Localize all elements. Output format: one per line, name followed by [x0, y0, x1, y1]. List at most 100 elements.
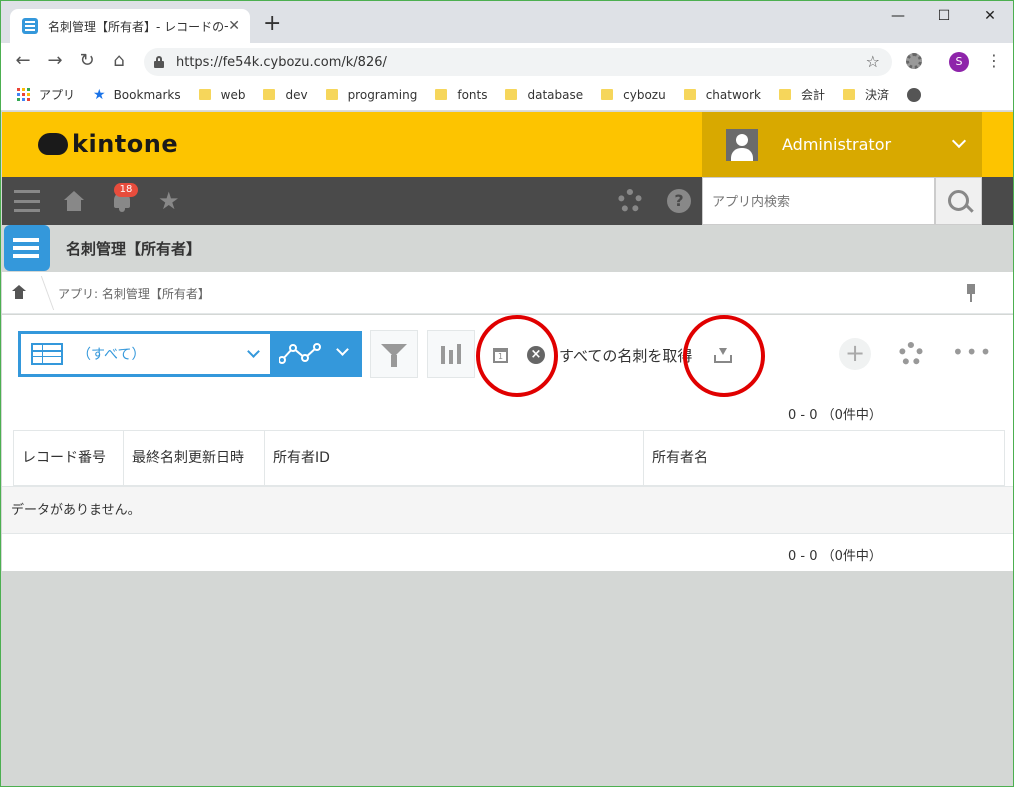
bookmark-label: cybozu — [623, 87, 666, 102]
column-header[interactable]: レコード番号 — [13, 431, 123, 486]
pager-count: 0 - 0 （0件中） — [788, 549, 882, 564]
bookmark-label: programing — [347, 87, 418, 102]
notification-count-badge: 18 — [114, 183, 138, 197]
bookmark-item[interactable]: web — [198, 87, 246, 102]
chevron-down-icon — [951, 133, 967, 149]
lock-icon — [154, 56, 164, 68]
view-selector[interactable]: （すべて） — [18, 331, 271, 377]
bookmark-label: dev — [285, 87, 308, 102]
bookmark-item[interactable]: cybozu — [601, 88, 666, 102]
browser-window: 名刺管理【所有者】- レコードの一覧 ✕ + — ☐ ✕ ← → ↻ ⌂ htt… — [0, 0, 1014, 787]
bookmark-item[interactable]: chatwork — [683, 87, 761, 102]
breadcrumb: アプリ: 名刺管理【所有者】 — [2, 272, 1013, 314]
portal-home-icon[interactable] — [62, 191, 86, 211]
kintone-nav-bar: ★ ? — [2, 177, 1013, 225]
home-browser-icon[interactable]: ⌂ — [107, 49, 131, 73]
bookmark-item[interactable]: 会計 — [779, 86, 825, 103]
favorites-star-icon[interactable]: ★ — [158, 187, 180, 215]
column-header[interactable]: 所有者ID — [264, 431, 643, 486]
app-title: 名刺管理【所有者】 — [66, 240, 202, 258]
user-avatar-icon — [726, 128, 758, 161]
bookmark-label: web — [220, 87, 246, 102]
extension-icon[interactable] — [906, 53, 922, 69]
bookmark-label: 決済 — [865, 88, 890, 102]
add-record-button[interactable]: + — [839, 338, 871, 370]
bookmark-label: 会計 — [801, 88, 826, 102]
browser-tab[interactable]: 名刺管理【所有者】- レコードの一覧 ✕ — [10, 9, 250, 43]
minimize-button[interactable]: — — [875, 1, 921, 31]
app-settings-gear-icon[interactable] — [899, 342, 923, 366]
filter-funnel-icon[interactable] — [370, 330, 418, 378]
annotation-circle — [476, 315, 558, 397]
breadcrumb-home-icon[interactable] — [12, 285, 26, 299]
window-controls: — ☐ ✕ — [875, 1, 1013, 31]
browser-toolbar: ← → ↻ ⌂ https://fe54k.cybozu.com/k/826/ … — [1, 43, 1013, 79]
url-text: https://fe54k.cybozu.com/k/826/ — [176, 54, 387, 70]
bookmark-star-icon[interactable]: ☆ — [866, 52, 880, 71]
bookmark-item[interactable]: ★ Bookmarks — [93, 87, 181, 103]
column-header[interactable]: 最終名刺更新日時 — [123, 431, 264, 486]
bookmark-item[interactable]: fonts — [435, 88, 487, 102]
back-arrow-icon[interactable]: ← — [11, 49, 35, 73]
tab-title: 名刺管理【所有者】- レコードの一覧 — [48, 19, 228, 34]
bookmarks-bar: アプリ ★ Bookmarks web dev programing fonts databa… — [1, 79, 1013, 111]
app-list-icon — [4, 225, 50, 271]
folder-icon — [325, 89, 338, 100]
new-tab-button[interactable]: + — [263, 13, 281, 35]
bookmark-label: Bookmarks — [113, 87, 181, 102]
forward-arrow-icon[interactable]: → — [43, 49, 67, 73]
table-header-row: レコード番号 最終名刺更新日時 所有者ID 所有者名 — [13, 431, 1005, 486]
browser-menu-icon[interactable]: ⋮ — [986, 51, 1002, 70]
record-list-content: （すべて） 1 × すべての名刺を取得 + ••• 0 - 0 （0件中） レコ… — [2, 315, 1013, 571]
globe-icon — [907, 87, 922, 102]
address-bar[interactable]: https://fe54k.cybozu.com/k/826/ ☆ — [144, 48, 892, 76]
reload-icon[interactable]: ↻ — [75, 49, 99, 73]
folder-icon — [505, 89, 518, 100]
graph-selector-button[interactable] — [271, 331, 362, 377]
bookmark-label: database — [527, 87, 584, 102]
tab-close-icon[interactable]: ✕ — [228, 18, 240, 34]
help-icon[interactable]: ? — [667, 189, 691, 213]
folder-icon — [601, 89, 614, 100]
apps-grid-icon — [17, 87, 31, 102]
maximize-button[interactable]: ☐ — [921, 1, 967, 31]
pin-icon[interactable] — [964, 284, 978, 302]
close-window-button[interactable]: ✕ — [967, 1, 1013, 31]
bookmark-item[interactable]: programing — [325, 87, 418, 102]
record-table: レコード番号 最終名刺更新日時 所有者ID 所有者名 — [13, 430, 1005, 486]
chevron-down-icon — [247, 345, 260, 358]
kintone-header: kintone Administrator — [2, 112, 1013, 177]
bookmark-label: アプリ — [39, 88, 76, 102]
bookmark-label: chatwork — [705, 87, 761, 102]
more-options-icon[interactable]: ••• — [952, 340, 993, 364]
bookmark-item[interactable]: 決済 — [843, 86, 889, 103]
bookmark-label: fonts — [457, 87, 488, 102]
chevron-down-icon — [336, 343, 349, 356]
column-header[interactable]: 所有者名 — [643, 431, 1005, 486]
folder-icon — [435, 89, 448, 100]
fetch-all-cards-label[interactable]: すべての名刺を取得 — [559, 345, 692, 366]
folder-icon — [779, 89, 791, 100]
breadcrumb-app-link[interactable]: アプリ: 名刺管理【所有者】 — [58, 285, 210, 302]
hamburger-menu-icon[interactable] — [14, 190, 40, 212]
bookmark-item[interactable]: アプリ — [17, 86, 75, 103]
bookmark-item[interactable]: database — [505, 88, 583, 102]
user-menu[interactable]: Administrator — [702, 112, 982, 177]
app-title-bar: 名刺管理【所有者】 — [2, 225, 1013, 272]
search-icon[interactable] — [935, 177, 982, 225]
kintone-cloud-icon — [38, 133, 68, 155]
kintone-app-favicon-icon — [22, 18, 38, 34]
empty-message: データがありません。 — [2, 486, 1013, 534]
breadcrumb-separator — [27, 276, 55, 310]
settings-gear-icon[interactable] — [618, 189, 642, 213]
folder-icon — [198, 89, 211, 100]
view-selector-label: （すべて） — [77, 347, 146, 363]
app-search-input[interactable] — [702, 177, 935, 225]
bookmark-item[interactable] — [907, 87, 922, 102]
profile-avatar[interactable]: S — [949, 52, 969, 72]
annotation-circle — [683, 315, 765, 397]
kintone-logo[interactable]: kintone — [38, 130, 178, 158]
pager-count: 0 - 0 （0件中） — [788, 408, 882, 423]
bar-chart-icon[interactable] — [427, 330, 475, 378]
bookmark-item[interactable]: dev — [263, 87, 308, 102]
